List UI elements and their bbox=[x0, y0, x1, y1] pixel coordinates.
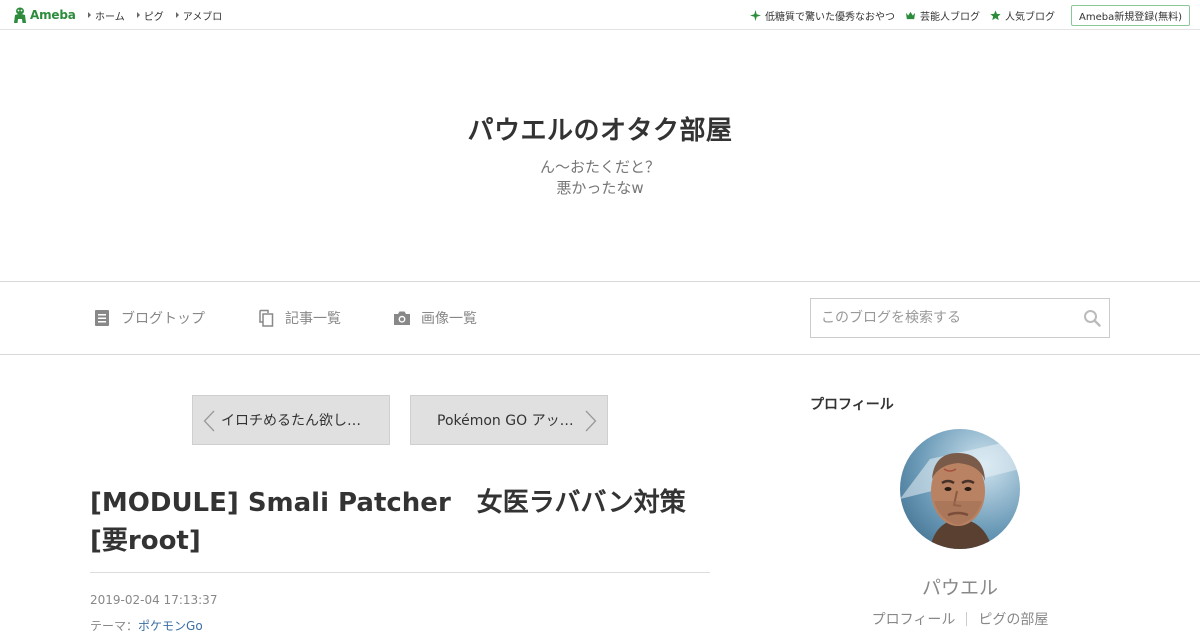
star-icon bbox=[990, 9, 1001, 20]
blog-title[interactable]: パウエルのオタク部屋 bbox=[0, 110, 1200, 147]
link-divider bbox=[966, 612, 968, 626]
nav-blog-top[interactable]: ブログトップ bbox=[93, 308, 205, 328]
profile-picture bbox=[900, 429, 1020, 549]
sparkle-icon bbox=[749, 9, 761, 21]
nav-blog-top-label: ブログトップ bbox=[121, 311, 205, 327]
global-nav-pigg[interactable]: ピグ bbox=[136, 8, 164, 23]
document-icon bbox=[95, 310, 109, 326]
entry-divider bbox=[90, 572, 710, 573]
crown-icon bbox=[905, 11, 916, 19]
prev-entry-label: イロチめるたん欲しいの bbox=[221, 413, 366, 429]
entry-theme: テーマ：ポケモンGo bbox=[90, 617, 203, 634]
global-header-right: 低糖質で驚いた優秀なおやつ 芸能人ブログ 人気ブログ Ameba新規登録(無料) bbox=[749, 0, 1190, 30]
profile-link[interactable]: プロフィール bbox=[872, 609, 956, 629]
nav-entry-list[interactable]: 記事一覧 bbox=[257, 308, 341, 328]
ameba-logo-text: Ameba bbox=[30, 8, 76, 22]
prev-entry-button[interactable]: イロチめるたん欲しいの bbox=[192, 395, 390, 445]
blog-description-line: ん～おたくだと？ bbox=[539, 158, 660, 176]
global-nav-home[interactable]: ホーム bbox=[88, 8, 125, 23]
profile-links: プロフィール ピグの部屋 bbox=[810, 609, 1110, 629]
entry-title[interactable]: [MODULE] Smali Patcher 女医ラババン対策 [要root] bbox=[90, 484, 720, 560]
blog-nav: ブログトップ 記事一覧 画像一覧 bbox=[0, 281, 1200, 355]
nav-image-list-label: 画像一覧 bbox=[421, 311, 477, 327]
triangle-right-icon bbox=[175, 12, 179, 18]
global-nav: ホーム ピグ アメブロ bbox=[88, 0, 222, 30]
profile-name[interactable]: パウエル bbox=[810, 573, 1110, 600]
popular-blog-label: 人気ブログ bbox=[1004, 11, 1055, 23]
triangle-right-icon bbox=[136, 12, 140, 18]
global-nav-ameblo[interactable]: アメブロ bbox=[175, 8, 223, 23]
chevron-left-icon bbox=[203, 410, 215, 432]
ameba-mascot-icon bbox=[14, 7, 26, 23]
blog-description: ん～おたくだと？ 悪かったなw bbox=[0, 157, 1200, 199]
promo-link-label: 低糖質で驚いた優秀なおやつ bbox=[764, 11, 895, 23]
nav-image-list[interactable]: 画像一覧 bbox=[393, 308, 477, 328]
popular-blog-link[interactable]: 人気ブログ bbox=[990, 8, 1055, 23]
global-nav-label: ピグ bbox=[143, 11, 164, 23]
copy-icon bbox=[259, 309, 274, 327]
entry-theme-link[interactable]: ポケモンGo bbox=[138, 619, 203, 633]
ameba-global-header: Ameba ホーム ピグ アメブロ 低糖質で驚いた優秀なおやつ 芸能人ブログ 人… bbox=[0, 0, 1200, 30]
blog-search bbox=[810, 298, 1110, 338]
promo-link[interactable]: 低糖質で驚いた優秀なおやつ bbox=[749, 8, 895, 23]
celebrity-blog-link[interactable]: 芸能人ブログ bbox=[905, 8, 980, 23]
chevron-right-icon bbox=[585, 410, 597, 432]
next-entry-label: Pokémon GO アップデート bbox=[437, 413, 585, 429]
global-nav-label: ホーム bbox=[95, 11, 125, 23]
next-entry-button[interactable]: Pokémon GO アップデート bbox=[410, 395, 608, 445]
nav-entry-list-label: 記事一覧 bbox=[285, 311, 341, 327]
ameba-logo[interactable]: Ameba bbox=[13, 6, 76, 24]
blog-nav-items: ブログトップ 記事一覧 画像一覧 bbox=[93, 282, 477, 354]
pigg-room-link[interactable]: ピグの部屋 bbox=[978, 609, 1048, 629]
blog-description-line: 悪かったなw bbox=[556, 179, 644, 197]
signup-button[interactable]: Ameba新規登録(無料) bbox=[1070, 4, 1190, 26]
search-icon[interactable] bbox=[1083, 309, 1101, 327]
entry-theme-label: テーマ： bbox=[90, 619, 139, 633]
entry-date: 2019-02-04 17:13:37 bbox=[90, 593, 218, 607]
avatar[interactable] bbox=[900, 429, 1020, 549]
profile-heading: プロフィール bbox=[810, 397, 894, 413]
blog-search-input[interactable] bbox=[811, 299, 1071, 337]
celebrity-blog-label: 芸能人ブログ bbox=[919, 11, 980, 23]
camera-icon bbox=[394, 311, 410, 325]
blog-header: パウエルのオタク部屋 ん～おたくだと？ 悪かったなw bbox=[0, 30, 1200, 281]
triangle-right-icon bbox=[88, 12, 91, 18]
global-nav-label: アメブロ bbox=[182, 11, 223, 23]
